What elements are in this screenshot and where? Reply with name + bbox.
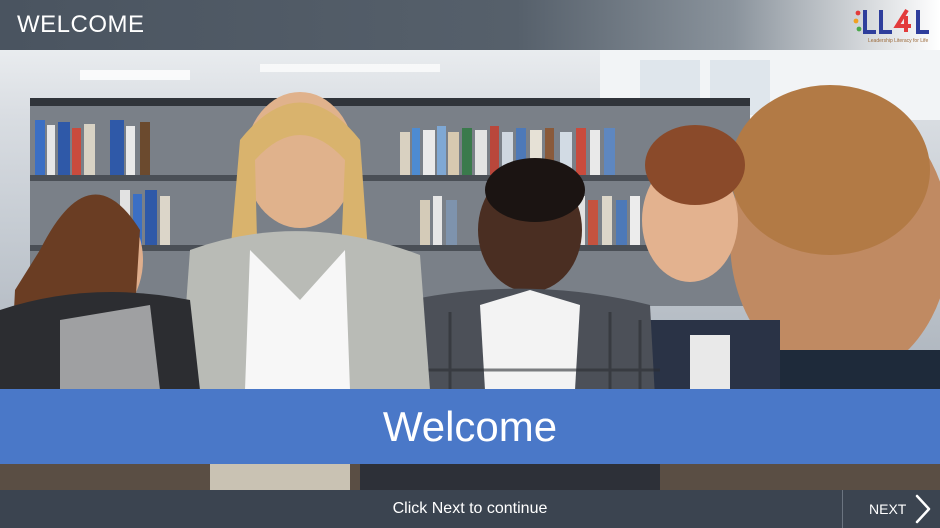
next-button[interactable]: NEXT (842, 490, 940, 528)
page-title: WELCOME (17, 11, 145, 38)
header-bar: WELCOME Leadership Literacy for Life (0, 0, 940, 50)
next-label: NEXT (869, 501, 907, 517)
welcome-banner: Welcome (0, 389, 940, 464)
chevron-right-icon (916, 494, 931, 524)
welcome-heading: Welcome (382, 402, 558, 450)
footer-bar: Click Next to continue NEXT (0, 490, 940, 528)
continue-hint: Click Next to continue (392, 500, 548, 517)
ll4l-logo: Leadership Literacy for Life (850, 2, 938, 48)
logo-tagline: Leadership Literacy for Life (868, 38, 929, 44)
